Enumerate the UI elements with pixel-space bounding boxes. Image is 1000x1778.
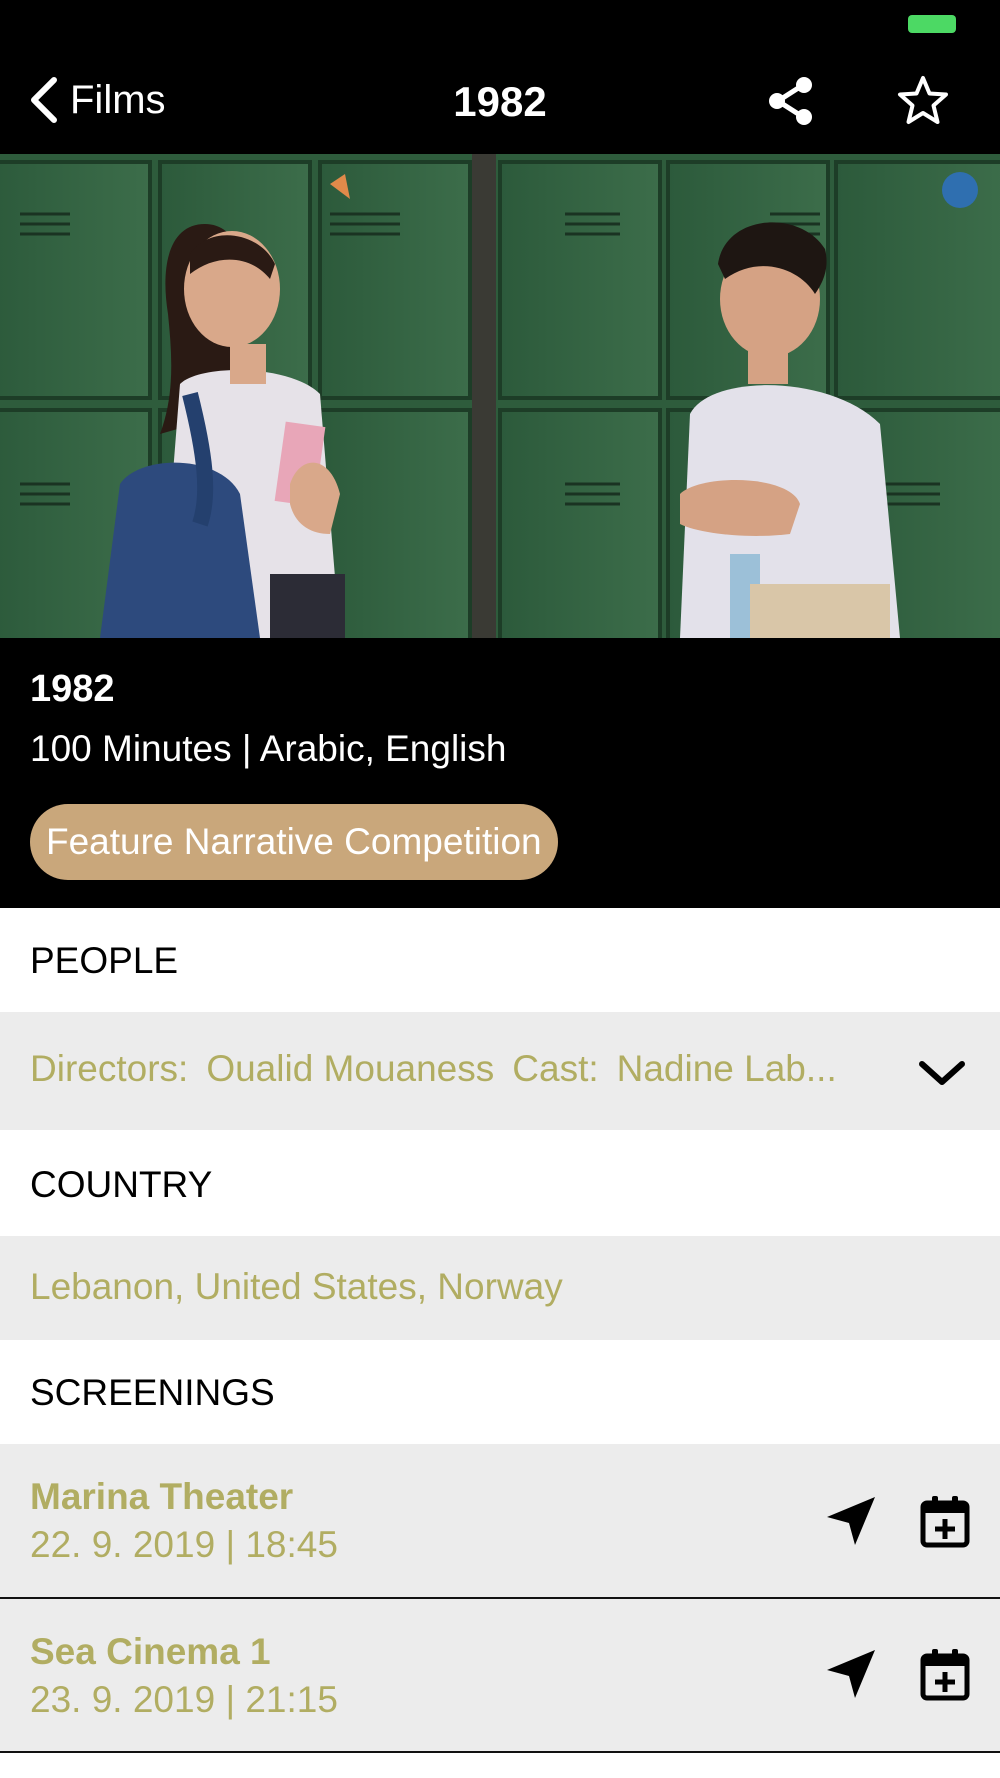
share-button[interactable] [760,70,822,132]
screenings-heading: SCREENINGS [30,1372,275,1413]
country-section-header: COUNTRY [0,1130,1000,1236]
location-arrow-icon [827,1650,875,1698]
screenings-section-header: SCREENINGS [0,1340,1000,1444]
screening-datetime: 22. 9. 2019 | 18:45 [30,1524,338,1565]
directors-value: Oualid Mouaness [206,1048,495,1089]
film-title: 1982 [30,668,115,710]
chevron-down-icon[interactable] [916,1056,968,1090]
add-to-calendar-button[interactable] [914,1643,976,1705]
star-outline-icon [898,76,948,124]
navigation-bar: Films 1982 [0,48,1000,154]
back-button[interactable]: Films [26,72,166,128]
country-row: Lebanon, United States, Norway [0,1236,1000,1340]
calendar-add-icon [920,1496,970,1548]
screening-venue: Marina Theater [30,1476,294,1517]
country-heading: COUNTRY [30,1164,213,1205]
directions-button[interactable] [820,1643,882,1705]
people-heading: PEOPLE [30,940,179,981]
people-summary: Directors: Oualid Mouaness Cast: Nadine Lab… [30,1048,855,1090]
favorite-button[interactable] [892,70,954,132]
location-arrow-icon [827,1497,875,1545]
people-row[interactable]: Directors: Oualid Mouaness Cast: Nadine Lab… [0,1012,1000,1130]
chevron-left-icon [31,77,57,123]
row-divider [0,1751,1000,1753]
category-badge[interactable]: Feature Narrative Competition [30,804,558,880]
film-info-panel: 1982 100 Minutes | Arabic, English Featu… [0,638,1000,908]
screening-row[interactable]: Sea Cinema 1 23. 9. 2019 | 21:15 [0,1599,1000,1753]
directions-button[interactable] [820,1490,882,1552]
status-bar [0,0,1000,48]
film-meta: 100 Minutes | Arabic, English [30,728,507,769]
screening-venue: Sea Cinema 1 [30,1631,271,1672]
country-value: Lebanon, United States, Norway [30,1266,563,1307]
cast-value: Nadine Lab... [616,1048,837,1089]
battery-icon [908,15,956,33]
film-still-image [0,154,1000,638]
calendar-add-icon [920,1649,970,1701]
back-label: Films [70,77,166,122]
share-icon [769,77,812,125]
people-section-header: PEOPLE [0,908,1000,1012]
cast-label: Cast: [512,1048,599,1089]
screening-row[interactable]: Marina Theater 22. 9. 2019 | 18:45 [0,1444,1000,1598]
screening-datetime: 23. 9. 2019 | 21:15 [30,1679,338,1720]
add-to-calendar-button[interactable] [914,1490,976,1552]
directors-label: Directors: [30,1048,189,1089]
